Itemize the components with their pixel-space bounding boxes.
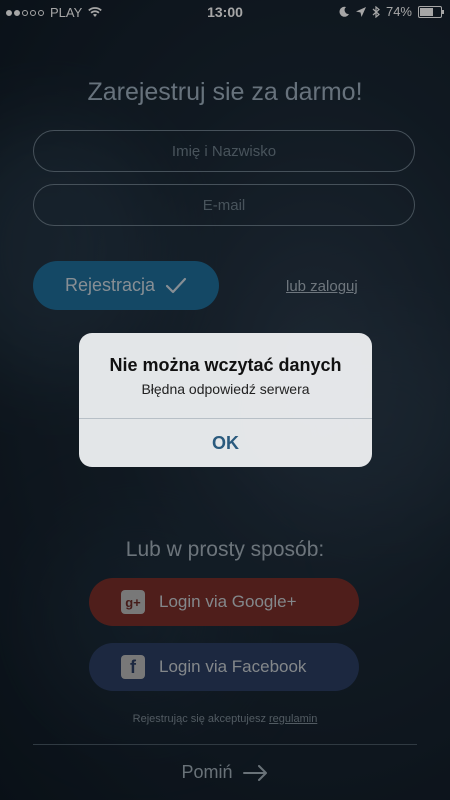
alert-ok-button[interactable]: OK [79,419,372,467]
error-alert: Nie można wczytać danych Błędna odpowied… [79,333,372,467]
alert-message: Błędna odpowiedź serwera [141,381,310,397]
alert-title: Nie można wczytać danych [109,355,342,375]
